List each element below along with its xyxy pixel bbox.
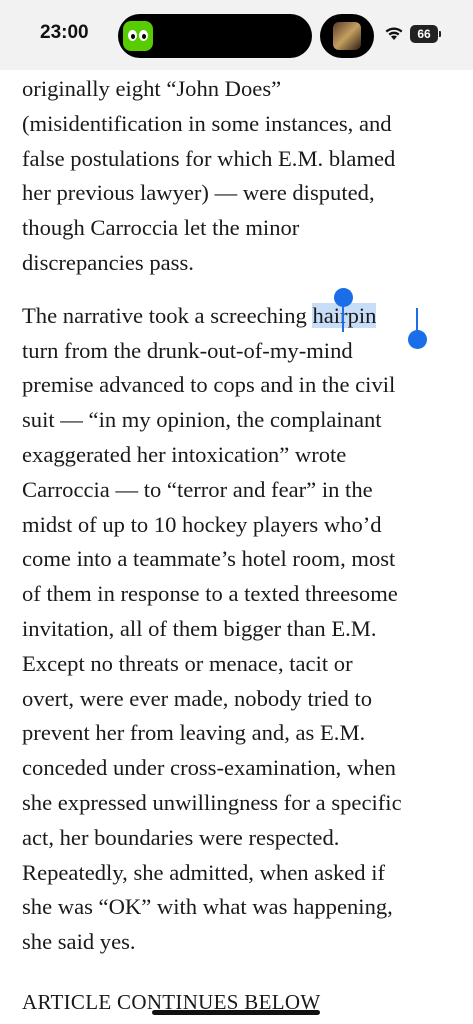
text-line: come into a teammate’s hotel room, most <box>22 546 396 572</box>
text-line: she said yes. <box>22 929 136 955</box>
text-line: midst of up to 10 hockey players who’d <box>22 511 382 537</box>
text-line: originally eight “John Does” <box>22 76 282 101</box>
text-line: premise advanced to cops and in the civi… <box>22 372 396 398</box>
text-line: overt, were ever made, nobody tried to <box>22 685 373 711</box>
text-line: act, her boundaries were respected. <box>22 824 340 850</box>
text-line: she was “OK” with what was happening, <box>22 894 393 920</box>
text-line: Carroccia — to “terror and fear” in the <box>22 476 373 502</box>
text-line: of them in response to a texted threesom… <box>22 581 398 607</box>
article-paragraph-2: The narrative took a screeching hairpin … <box>22 299 452 960</box>
text-line: (misidentification in some instances, an… <box>22 110 392 136</box>
text-line: invitation, all of them bigger than E.M. <box>22 615 377 641</box>
wifi-icon <box>385 27 403 40</box>
article-paragraph-1: originally eight “John Does” (misidentif… <box>22 72 452 281</box>
text-line: suit — “in my opinion, the complainant <box>22 407 382 433</box>
selection-end-handle[interactable] <box>408 330 427 349</box>
status-time: 23:00 <box>40 22 89 43</box>
text-line: though Carroccia let the minor <box>22 215 300 241</box>
battery-cap <box>439 31 441 37</box>
text-line: The narrative took a screeching hairpin <box>22 299 452 334</box>
now-playing-artwork <box>333 22 361 50</box>
home-indicator[interactable] <box>152 1010 320 1015</box>
text-line: she expressed unwillingness for a specif… <box>22 789 402 815</box>
status-bar: 23:00 66 <box>0 0 473 70</box>
selection-start-caret[interactable] <box>342 304 344 332</box>
text-line: her previous lawyer) — were disputed, <box>22 180 375 206</box>
text-line: false postulations for which E.M. blamed <box>22 145 396 171</box>
now-playing-island[interactable] <box>320 14 374 58</box>
duolingo-icon[interactable] <box>123 21 153 51</box>
text-line: discrepancies pass. <box>22 249 194 275</box>
text-segment: The narrative took a screeching <box>22 302 313 328</box>
battery-indicator: 66 <box>410 25 438 43</box>
article-body: originally eight “John Does” (misidentif… <box>22 72 452 978</box>
text-line: Repeatedly, she admitted, when asked if <box>22 859 386 885</box>
text-line: exaggerated her intoxication” wrote <box>22 441 347 467</box>
text-line: Except no threats or menace, tacit or <box>22 650 353 676</box>
text-line: turn from the drunk-out-of-my-mind <box>22 337 353 363</box>
text-line: prevent her from leaving and, as E.M. <box>22 720 366 746</box>
dynamic-island[interactable] <box>118 14 312 58</box>
text-line: conceded under cross-examination, when <box>22 755 396 781</box>
